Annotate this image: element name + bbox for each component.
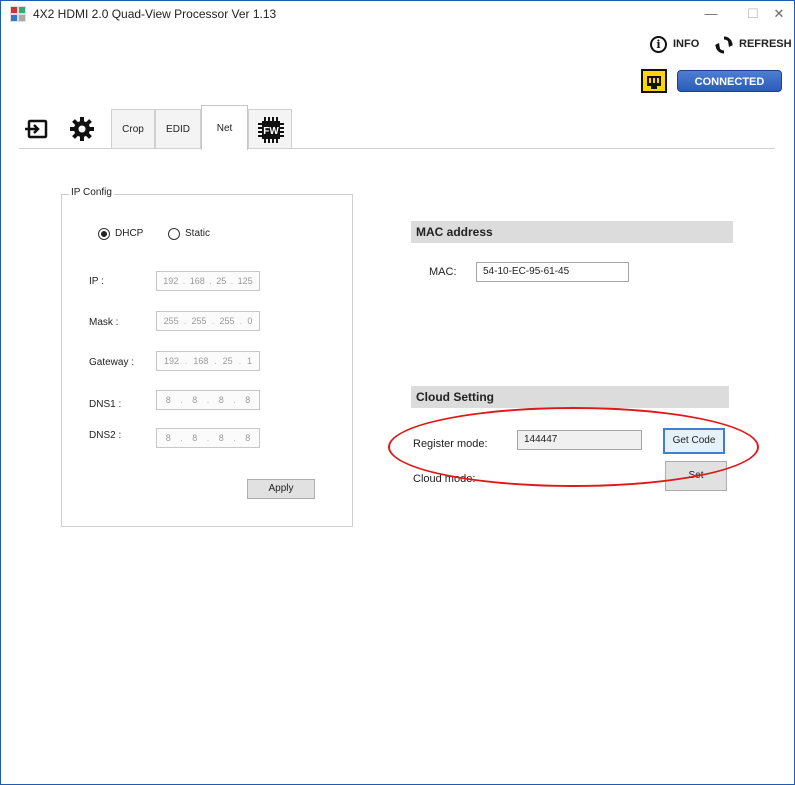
ip-octet: 168 bbox=[189, 276, 205, 286]
window-title: 4X2 HDMI 2.0 Quad-View Processor Ver 1.1… bbox=[33, 7, 277, 21]
dhcp-label[interactable]: DHCP bbox=[115, 228, 143, 239]
tab-firmware[interactable]: FW bbox=[248, 109, 292, 149]
refresh-icon[interactable] bbox=[715, 36, 733, 54]
dns2-label: DNS2 : bbox=[89, 430, 122, 441]
register-mode-label: Register mode: bbox=[413, 438, 488, 450]
tab-divider bbox=[19, 148, 775, 149]
mask-octet: 255 bbox=[219, 316, 235, 326]
tab-edid[interactable]: EDID bbox=[155, 109, 201, 149]
title-bar: 4X2 HDMI 2.0 Quad-View Processor Ver 1.1… bbox=[1, 1, 794, 27]
dns1-octet: 8 bbox=[218, 395, 224, 405]
static-label[interactable]: Static bbox=[185, 228, 210, 239]
mac-address-field[interactable]: 54-10-EC-95-61-45 bbox=[476, 262, 629, 282]
dns2-field[interactable]: 8. 8. 8. 8 bbox=[156, 428, 260, 448]
gateway-octet: 192 bbox=[163, 356, 179, 366]
mac-section-header: MAC address bbox=[411, 221, 733, 243]
dns1-octet: 8 bbox=[165, 395, 171, 405]
ip-address-field[interactable]: 192. 168. 25. 125 bbox=[156, 271, 260, 291]
mask-field[interactable]: 255. 255. 255. 0 bbox=[156, 311, 260, 331]
gateway-octet: 168 bbox=[193, 356, 209, 366]
mask-octet: 0 bbox=[247, 316, 253, 326]
dns1-octet: 8 bbox=[192, 395, 198, 405]
cloud-section-header: Cloud Setting bbox=[411, 386, 729, 408]
network-status-icon bbox=[641, 69, 667, 93]
gateway-octet: 1 bbox=[247, 356, 253, 366]
gear-icon bbox=[70, 117, 94, 141]
fw-chip-icon: FW bbox=[258, 117, 284, 143]
dhcp-radio[interactable] bbox=[98, 228, 110, 240]
get-code-button[interactable]: Get Code bbox=[663, 428, 725, 454]
static-radio[interactable] bbox=[168, 228, 180, 240]
dns2-octet: 8 bbox=[218, 433, 224, 443]
apply-button[interactable]: Apply bbox=[247, 479, 315, 499]
fw-chip-text: FW bbox=[263, 126, 279, 137]
ip-octet: 25 bbox=[216, 276, 227, 286]
dns2-octet: 8 bbox=[245, 433, 251, 443]
info-button-label[interactable]: INFO bbox=[673, 38, 699, 50]
close-button[interactable]: ✕ bbox=[759, 3, 794, 25]
mask-octet: 255 bbox=[163, 316, 179, 326]
ip-config-title: IP Config bbox=[69, 187, 114, 198]
dns1-label: DNS1 : bbox=[89, 399, 122, 410]
gateway-field[interactable]: 192. 168. 25. 1 bbox=[156, 351, 260, 371]
ip-octet: 192 bbox=[163, 276, 179, 286]
dns1-octet: 8 bbox=[245, 395, 251, 405]
tab-net[interactable]: Net bbox=[201, 105, 248, 150]
dns2-octet: 8 bbox=[192, 433, 198, 443]
mask-octet: 255 bbox=[191, 316, 207, 326]
ip-label: IP : bbox=[89, 276, 104, 287]
info-icon[interactable]: i bbox=[650, 36, 667, 53]
connected-button[interactable]: CONNECTED bbox=[677, 70, 782, 92]
cloud-mode-label: Cloud mode: bbox=[413, 473, 476, 485]
set-button[interactable]: Set bbox=[665, 461, 727, 491]
mask-label: Mask : bbox=[89, 317, 119, 328]
minimize-button[interactable]: — bbox=[691, 3, 731, 25]
dns2-octet: 8 bbox=[165, 433, 171, 443]
input-icon bbox=[25, 119, 48, 139]
tab-settings[interactable] bbox=[59, 109, 107, 149]
dns1-field[interactable]: 8. 8. 8. 8 bbox=[156, 390, 260, 410]
register-code-field[interactable]: 144447 bbox=[517, 430, 642, 450]
mac-label: MAC: bbox=[429, 266, 457, 278]
gateway-octet: 25 bbox=[222, 356, 233, 366]
app-icon bbox=[10, 6, 26, 22]
refresh-button-label[interactable]: REFRESH bbox=[739, 38, 792, 50]
app-window: 4X2 HDMI 2.0 Quad-View Processor Ver 1.1… bbox=[0, 0, 795, 785]
ip-octet: 125 bbox=[237, 276, 253, 286]
gateway-label: Gateway : bbox=[89, 357, 135, 368]
tab-input[interactable] bbox=[19, 109, 55, 149]
tab-crop[interactable]: Crop bbox=[111, 109, 155, 149]
